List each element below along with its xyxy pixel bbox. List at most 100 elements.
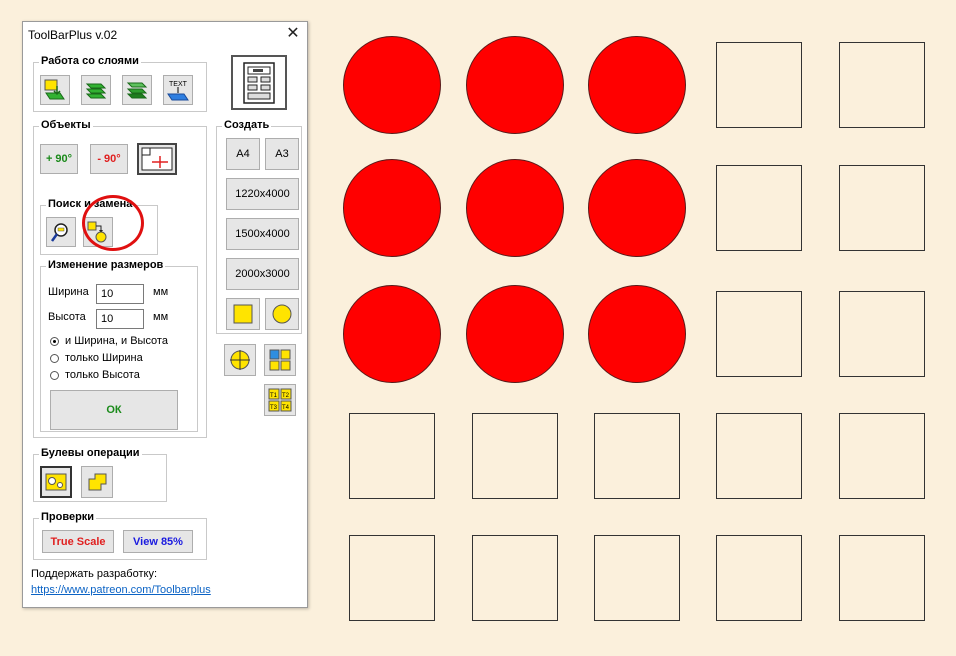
grid-fill-icon xyxy=(269,349,291,371)
size-2000x3000-button[interactable]: 2000x3000 xyxy=(226,258,299,290)
resize-group-label: Изменение размеров xyxy=(46,259,166,271)
add-sheet-icon xyxy=(141,147,173,171)
a3-button[interactable]: A3 xyxy=(265,138,299,170)
rotate-plus-button[interactable]: + 90° xyxy=(40,144,78,174)
canvas-circle[interactable] xyxy=(343,159,441,257)
grid-label-2: T2 xyxy=(282,393,290,399)
canvas-circle[interactable] xyxy=(466,285,564,383)
height-label: Высота xyxy=(48,311,86,323)
canvas-circle[interactable] xyxy=(466,36,564,134)
canvas-square[interactable] xyxy=(472,413,558,499)
size-1220x4000-button[interactable]: 1220x4000 xyxy=(226,178,299,210)
radio-both-indicator[interactable] xyxy=(50,337,59,346)
width-field[interactable]: 10 xyxy=(96,284,144,304)
canvas-square[interactable] xyxy=(349,535,435,621)
canvas-square[interactable] xyxy=(594,535,680,621)
add-sheet-button[interactable] xyxy=(137,143,177,175)
canvas-square[interactable] xyxy=(472,535,558,621)
search-group-label: Поиск и замена xyxy=(46,198,135,210)
boolean-subtract-button[interactable] xyxy=(40,466,72,498)
height-field[interactable]: 10 xyxy=(96,309,144,329)
layers-merge-button[interactable] xyxy=(122,75,152,105)
search-button[interactable] xyxy=(46,217,76,247)
text-icon-label: TEXT xyxy=(169,81,188,88)
grid-label-4: T4 xyxy=(282,405,290,411)
size-1500x4000-button[interactable]: 1500x4000 xyxy=(226,218,299,250)
window-title: ToolBarPlus v.02 xyxy=(28,28,118,42)
create-group: Создать A4 A3 1220x4000 1500x4000 2000x3… xyxy=(216,119,302,334)
radio-width-indicator[interactable] xyxy=(50,354,59,363)
numbered-grid-icon: T1 T2 T3 T4 xyxy=(268,388,292,412)
canvas-square[interactable] xyxy=(716,291,802,377)
width-unit: мм xyxy=(153,286,169,298)
numbering-button[interactable]: T1 T2 T3 T4 xyxy=(264,384,296,416)
layer-move-icon xyxy=(44,79,65,100)
layers-group: Работа со слоями TEXT xyxy=(33,55,207,112)
radio-both[interactable]: и Ширина, и Высота xyxy=(50,335,190,349)
canvas-square[interactable] xyxy=(716,413,802,499)
radio-height-only[interactable]: только Высота xyxy=(50,369,190,383)
canvas-square[interactable] xyxy=(839,413,925,499)
radio-height-indicator[interactable] xyxy=(50,371,59,380)
square-shape-icon xyxy=(233,304,253,324)
layers-group-label: Работа со слоями xyxy=(39,55,141,67)
canvas-circle[interactable] xyxy=(466,159,564,257)
canvas-circle[interactable] xyxy=(343,36,441,134)
boolean-union-icon xyxy=(88,473,107,491)
grid-fill-button[interactable] xyxy=(264,344,296,376)
canvas-circle[interactable] xyxy=(343,285,441,383)
canvas-square[interactable] xyxy=(839,535,925,621)
canvas-square[interactable] xyxy=(839,291,925,377)
patreon-link[interactable]: https://www.patreon.com/Toolbarplus xyxy=(31,584,211,596)
canvas-square[interactable] xyxy=(839,165,925,251)
create-circle-button[interactable] xyxy=(265,298,299,330)
boolean-subtract-icon xyxy=(45,473,67,491)
layers-stack-icon xyxy=(85,83,107,99)
canvas-square[interactable] xyxy=(716,165,802,251)
grid-label-3: T3 xyxy=(270,405,278,411)
view-85-button[interactable]: View 85% xyxy=(123,530,193,553)
boolean-group: Булевы операции xyxy=(33,447,167,502)
canvas-square[interactable] xyxy=(594,413,680,499)
canvas-square[interactable] xyxy=(716,535,802,621)
objects-group-label: Объекты xyxy=(39,119,93,131)
checks-group-label: Проверки xyxy=(39,511,97,523)
radio-width-only[interactable]: только Ширина xyxy=(50,352,190,366)
resize-group: Изменение размеров Ширина 10 мм Высота 1… xyxy=(40,259,198,432)
boolean-group-label: Булевы операции xyxy=(39,447,142,459)
calculator-button[interactable] xyxy=(231,55,287,110)
calculator-icon xyxy=(243,61,275,104)
layers-stack-button[interactable] xyxy=(81,75,111,105)
width-label: Ширина xyxy=(48,286,89,298)
support-text: Поддержать разработку: xyxy=(31,568,158,580)
grid-label-1: T1 xyxy=(270,393,278,399)
canvas-circle[interactable] xyxy=(588,285,686,383)
radio-width-label: только Ширина xyxy=(65,352,143,364)
boolean-union-button[interactable] xyxy=(81,466,113,498)
replace-button[interactable] xyxy=(83,217,113,247)
toolbar-window: ToolBarPlus v.02 ✕ Работа со слоями TEXT… xyxy=(22,21,308,608)
canvas-square[interactable] xyxy=(349,413,435,499)
create-group-label: Создать xyxy=(222,119,272,131)
rotate-minus-button[interactable]: - 90° xyxy=(90,144,128,174)
ok-button[interactable]: ОК xyxy=(50,390,178,430)
a4-button[interactable]: A4 xyxy=(226,138,260,170)
canvas-circle[interactable] xyxy=(588,36,686,134)
canvas-circle[interactable] xyxy=(588,159,686,257)
crosshair-circle-button[interactable] xyxy=(224,344,256,376)
true-scale-button[interactable]: True Scale xyxy=(42,530,114,553)
checks-group: Проверки True Scale View 85% xyxy=(33,511,207,560)
close-button[interactable]: ✕ xyxy=(285,26,301,42)
objects-group: Объекты + 90° - 90° Поиск и замена Измен… xyxy=(33,119,207,438)
height-unit: мм xyxy=(153,311,169,323)
text-layer-button[interactable]: TEXT xyxy=(163,75,193,105)
circle-shape-icon xyxy=(272,304,292,324)
replace-shape-icon xyxy=(87,221,107,243)
radio-height-label: только Высота xyxy=(65,369,140,381)
layers-merge-icon xyxy=(126,82,148,99)
magnifier-icon xyxy=(50,223,68,242)
canvas-square[interactable] xyxy=(716,42,802,128)
create-square-button[interactable] xyxy=(226,298,260,330)
canvas-square[interactable] xyxy=(839,42,925,128)
layer-move-button[interactable] xyxy=(40,75,70,105)
